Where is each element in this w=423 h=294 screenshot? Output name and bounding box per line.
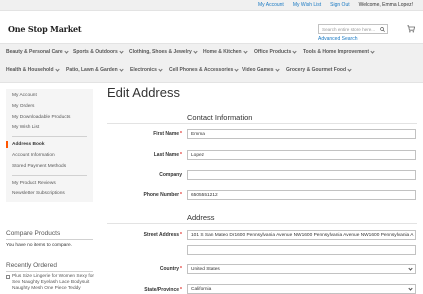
top-panel: My Account My Wish List Sign Out Welcome… bbox=[0, 0, 423, 11]
street-address-field[interactable]: 101 S San Mateo Dr1600 Pennsylvania Aven… bbox=[187, 230, 416, 240]
street-address-label: Street Address* bbox=[143, 232, 182, 238]
block-divider bbox=[6, 239, 93, 240]
search-icon[interactable] bbox=[380, 27, 385, 32]
my-account-link[interactable]: My Account bbox=[258, 2, 284, 8]
nav-health-household[interactable]: Health & Household bbox=[6, 67, 60, 73]
phone-number-field[interactable]: 6505551212 bbox=[187, 190, 416, 200]
compare-products-title: Compare Products bbox=[6, 230, 61, 237]
phone-number-label: Phone Number* bbox=[143, 192, 182, 198]
chevron-down-icon bbox=[347, 67, 352, 72]
address-legend: Address bbox=[187, 213, 215, 222]
nav-tools-home-improvement[interactable]: Tools & Home Improvement bbox=[303, 49, 375, 55]
chevron-down-icon bbox=[243, 49, 248, 54]
chevron-down-icon bbox=[234, 67, 239, 72]
nav-video-games[interactable]: Video Games bbox=[242, 67, 280, 73]
cart-icon[interactable] bbox=[407, 25, 415, 33]
nav-office-products[interactable]: Office Products bbox=[254, 49, 297, 55]
nav-clothing-shoes-jewelry[interactable]: Clothing, Shoes & Jewelry bbox=[129, 49, 198, 55]
recent-item-checkbox[interactable] bbox=[6, 275, 10, 279]
contact-information-legend: Contact Information bbox=[187, 113, 253, 122]
state-province-label: State/Province* bbox=[144, 287, 182, 293]
sidebar-item-wish-list[interactable]: My Wish List bbox=[12, 125, 39, 130]
sidebar-item-address-book: Address Book bbox=[12, 142, 45, 147]
state-province-select[interactable]: California bbox=[187, 284, 416, 294]
sidebar-divider bbox=[12, 175, 87, 176]
chevron-down-icon bbox=[64, 49, 69, 54]
nav-electronics[interactable]: Electronics bbox=[130, 67, 163, 73]
first-name-field[interactable]: Emma bbox=[187, 129, 416, 139]
first-name-label: First Name* bbox=[153, 131, 182, 137]
active-indicator bbox=[6, 141, 8, 148]
chevron-down-icon bbox=[119, 67, 124, 72]
nav-cell-phones-accessories[interactable]: Cell Phones & Accessories bbox=[169, 67, 239, 73]
search-input[interactable]: Search entire store here... bbox=[318, 24, 388, 34]
sidebar-item-downloadable-products[interactable]: My Downloadable Products bbox=[12, 115, 70, 120]
nav-patio-lawn-garden[interactable]: Patio, Lawn & Garden bbox=[66, 67, 124, 73]
chevron-down-icon bbox=[158, 67, 163, 72]
chevron-down-icon bbox=[54, 67, 60, 72]
page-title: Edit Address bbox=[107, 85, 180, 100]
nav-grocery-gourmet-food[interactable]: Grocery & Gourmet Food bbox=[286, 67, 352, 73]
chevron-down-icon bbox=[193, 49, 198, 54]
fieldset-divider bbox=[107, 123, 417, 124]
store-logo[interactable]: One Stop Market bbox=[8, 24, 82, 34]
header-links: My Account My Wish List Sign Out Welcome… bbox=[258, 2, 413, 8]
main-navigation: Beauty & Personal Care Sports & Outdoors… bbox=[0, 43, 423, 83]
nav-beauty-personal-care[interactable]: Beauty & Personal Care bbox=[6, 49, 69, 55]
company-field[interactable] bbox=[187, 170, 416, 180]
street-address-line-2-field[interactable] bbox=[187, 245, 416, 255]
sign-out-link[interactable]: Sign Out bbox=[330, 2, 349, 8]
chevron-down-icon bbox=[408, 286, 413, 291]
chevron-down-icon bbox=[370, 49, 375, 54]
chevron-down-icon bbox=[119, 49, 124, 54]
sidebar-divider bbox=[12, 136, 87, 137]
search-placeholder: Search entire store here... bbox=[322, 27, 376, 32]
header: One Stop Market Search entire store here… bbox=[0, 11, 423, 42]
advanced-search-link[interactable]: Advanced Search bbox=[318, 36, 357, 42]
last-name-field[interactable]: Lopez bbox=[187, 150, 416, 160]
recent-item-name[interactable]: Plus Size Lingerie for Women Sexy for Se… bbox=[12, 274, 94, 291]
last-name-label: Last Name* bbox=[153, 152, 182, 158]
recently-ordered-item: Plus Size Lingerie for Women Sexy for Se… bbox=[6, 274, 101, 292]
welcome-message: Welcome, Emma Lopez! bbox=[358, 2, 413, 8]
account-navigation: My Account My Orders My Downloadable Pro… bbox=[6, 89, 93, 202]
sidebar-item-product-reviews[interactable]: My Product Reviews bbox=[12, 181, 56, 186]
fieldset-divider bbox=[107, 223, 417, 224]
chevron-down-icon bbox=[408, 266, 413, 271]
country-select[interactable]: United States bbox=[187, 264, 416, 274]
chevron-down-icon bbox=[274, 67, 280, 72]
sidebar-item-my-orders[interactable]: My Orders bbox=[12, 104, 34, 109]
sidebar-item-account-information[interactable]: Account Information bbox=[12, 153, 55, 158]
sidebar-item-stored-payment-methods[interactable]: Stored Payment Methods bbox=[12, 164, 66, 169]
block-divider bbox=[6, 271, 93, 272]
my-wish-list-link[interactable]: My Wish List bbox=[293, 2, 321, 8]
sidebar-item-my-account[interactable]: My Account bbox=[12, 93, 37, 98]
compare-empty-message: You have no items to compare. bbox=[6, 243, 72, 248]
country-label: Country* bbox=[159, 266, 182, 272]
nav-sports-outdoors[interactable]: Sports & Outdoors bbox=[73, 49, 124, 55]
sidebar-item-newsletter-subscriptions[interactable]: Newsletter Subscriptions bbox=[12, 191, 65, 196]
recently-ordered-title: Recently Ordered bbox=[6, 262, 57, 269]
chevron-down-icon bbox=[292, 49, 297, 54]
nav-home-kitchen[interactable]: Home & Kitchen bbox=[203, 49, 248, 55]
company-label: Company bbox=[159, 172, 182, 178]
